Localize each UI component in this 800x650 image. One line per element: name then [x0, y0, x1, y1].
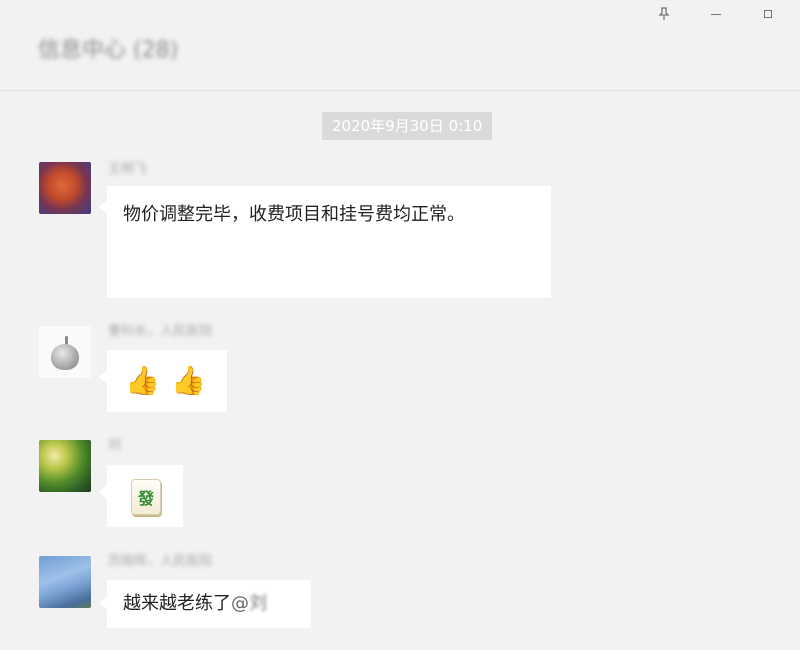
mention-at: @	[231, 593, 249, 614]
message-bubble[interactable]: 👍 👍	[99, 350, 227, 412]
sender-name: 曹科长，人民医院	[108, 324, 213, 339]
thumbs-up-icon: 👍	[171, 364, 206, 397]
minimize-icon	[711, 13, 721, 15]
thumbs-up-icon: 👍	[125, 364, 160, 397]
pin-icon	[658, 7, 670, 20]
sender-name: 苏晓晖，人民医院	[108, 554, 213, 569]
maximize-icon	[764, 10, 772, 18]
mahjong-fa-icon: 發	[131, 479, 161, 515]
message-bubble[interactable]: 越来越老练了@刘	[99, 580, 311, 628]
message-text: 物价调整完毕，收费项目和挂号费均正常。	[123, 204, 465, 225]
minimize-button[interactable]	[704, 4, 728, 24]
chat-title: 信息中心 (28)	[38, 38, 179, 63]
pin-button[interactable]	[652, 4, 676, 24]
message-timestamp: 2020年9月30日 0:10	[322, 112, 493, 140]
message-bubble[interactable]: 物价调整完毕，收费项目和挂号费均正常。	[99, 186, 551, 298]
apple-logo	[51, 344, 79, 370]
sender-name: 刘	[108, 438, 122, 453]
avatar[interactable]	[39, 556, 91, 608]
mention-name[interactable]: 刘	[249, 593, 267, 614]
avatar[interactable]	[39, 326, 91, 378]
chat-window: 信息中心 (28) 2020年9月30日 0:10 王明飞 物价调整完毕，收费项…	[0, 0, 800, 650]
sender-name: 王明飞	[108, 162, 148, 177]
avatar[interactable]	[39, 162, 91, 214]
maximize-button[interactable]	[756, 4, 780, 24]
chat-header: 信息中心 (28)	[0, 0, 800, 91]
message-bubble[interactable]: 發	[99, 465, 183, 527]
message-text: 越来越老练了	[123, 593, 231, 614]
avatar[interactable]	[39, 440, 91, 492]
